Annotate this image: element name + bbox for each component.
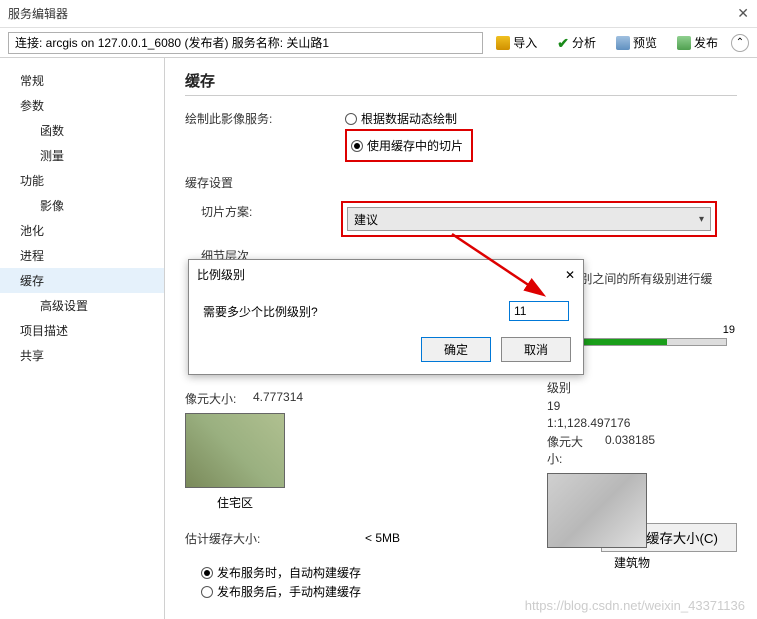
sidebar: 常规参数函数测量功能影像池化进程缓存高级设置项目描述共享 [0,58,165,619]
preview-label: 预览 [633,34,657,51]
tile-scheme-label: 切片方案: [185,201,345,220]
tile-scheme-select[interactable]: 建议 ▾ [347,207,711,231]
max-level-label: 级别 [547,379,597,396]
pixel-size-value-r: 0.038185 [605,433,655,467]
slider-max: 19 [723,324,735,336]
cache-settings-label: 缓存设置 [185,172,345,191]
thumbnail-min [185,413,285,488]
import-icon [496,36,510,50]
scale-levels-dialog: 比例级别 ✕ 需要多少个比例级别? 确定 取消 [188,259,584,375]
pixel-size-label-l: 像元大小: [185,390,245,407]
preview-button[interactable]: 预览 [609,31,664,54]
sidebar-item-1[interactable]: 参数 [0,93,164,118]
sidebar-item-3[interactable]: 测量 [0,143,164,168]
publish-icon [677,36,691,50]
radio-auto-build-label: 发布服务时，自动构建缓存 [217,564,361,581]
analyze-label: 分析 [572,34,596,51]
close-icon[interactable]: ✕ [565,268,575,282]
sidebar-item-4[interactable]: 功能 [0,168,164,193]
radio-icon [345,113,357,125]
radio-manual-build-label: 发布服务后，手动构建缓存 [217,583,361,600]
watermark: https://blog.csdn.net/weixin_43371136 [525,598,745,613]
max-level-value: 19 [547,399,560,413]
thumbnail-max [547,473,647,548]
toolbar: 连接: arcgis on 127.0.0.1_6080 (发布者) 服务名称:… [0,28,757,58]
check-icon: ✔ [557,36,569,50]
radio-cached-tiles[interactable]: 使用缓存中的切片 [351,137,463,154]
pixel-size-label-r: 像元大小: [547,433,597,467]
scale-levels-input[interactable] [509,301,569,321]
import-label: 导入 [513,34,537,51]
sidebar-item-10[interactable]: 项目描述 [0,318,164,343]
draw-service-label: 绘制此影像服务: [185,108,345,127]
publish-label: 发布 [694,34,718,51]
connection-text: 连接: arcgis on 127.0.0.1_6080 (发布者) 服务名称:… [15,34,329,51]
sidebar-item-2[interactable]: 函数 [0,118,164,143]
window-title: 服务编辑器 [8,5,68,22]
ok-button[interactable]: 确定 [421,337,491,362]
sidebar-item-6[interactable]: 池化 [0,218,164,243]
sidebar-item-11[interactable]: 共享 [0,343,164,368]
max-scale-value: 1:1,128.497176 [547,416,630,430]
publish-button[interactable]: 发布 [670,31,725,54]
dialog-title: 比例级别 [197,266,245,283]
preview-icon [616,36,630,50]
chevron-down-icon: ▾ [699,214,704,225]
est-cache-size-value: < 5MB [365,531,465,545]
tile-scheme-value: 建议 [354,211,378,228]
thumb-caption-right: 建筑物 [547,554,717,571]
est-cache-size-label: 估计缓存大小: [185,528,345,547]
chevron-up-icon: ⌃ [736,37,744,48]
radio-icon [201,586,213,598]
max-scale-info: 级别 19 1:1,128.497176 像元大小: 0.038185 建筑物 [547,376,717,571]
radio-cached-label: 使用缓存中的切片 [367,137,463,154]
sidebar-item-8[interactable]: 缓存 [0,268,164,293]
analyze-button[interactable]: ✔ 分析 [550,31,603,54]
radio-icon [201,567,213,579]
radio-dynamic[interactable]: 根据数据动态绘制 [345,110,737,127]
sidebar-item-9[interactable]: 高级设置 [0,293,164,318]
dialog-body-label: 需要多少个比例级别? [203,303,499,320]
radio-dynamic-label: 根据数据动态绘制 [361,110,457,127]
import-button[interactable]: 导入 [489,31,544,54]
thumb-caption-left: 住宅区 [185,494,285,511]
section-title: 缓存 [185,70,737,96]
cancel-button[interactable]: 取消 [501,337,571,362]
scale-slider[interactable]: 1 19 [577,338,727,346]
pixel-size-value-l: 4.777314 [253,390,303,407]
connection-field[interactable]: 连接: arcgis on 127.0.0.1_6080 (发布者) 服务名称:… [8,32,483,54]
collapse-button[interactable]: ⌃ [731,34,749,52]
close-icon[interactable]: ✕ [737,5,749,22]
sidebar-item-7[interactable]: 进程 [0,243,164,268]
sidebar-item-5[interactable]: 影像 [0,193,164,218]
radio-icon [351,140,363,152]
sidebar-item-0[interactable]: 常规 [0,68,164,93]
